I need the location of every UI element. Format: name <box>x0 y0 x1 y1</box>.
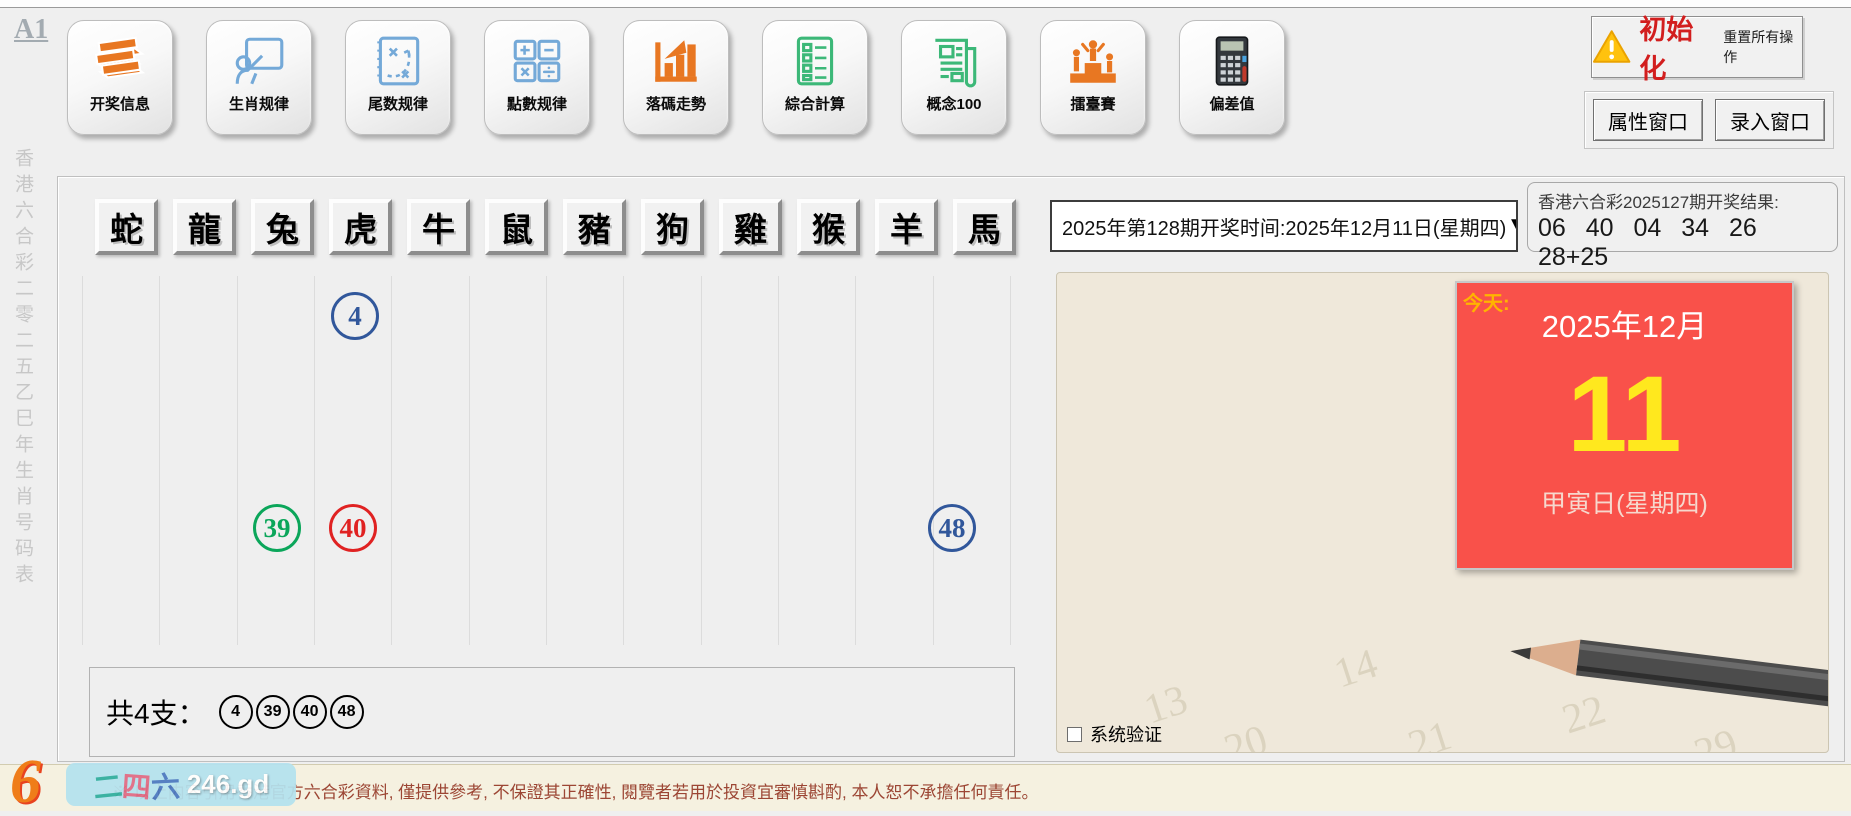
calendar-panel: 13 20 14 21 22 29 今天: 2025年12月 11 甲寅日(星期… <box>1056 272 1829 753</box>
toolbar-button-label: 尾数规律 <box>368 93 428 114</box>
last-result-numbers: 06 40 04 34 26 28+25 <box>1538 214 1827 272</box>
concept-100-button[interactable]: 概念100 <box>901 20 1007 135</box>
chevron-down-icon[interactable]: ▼ <box>1506 212 1518 240</box>
today-calendar-card: 今天: 2025年12月 11 甲寅日(星期四) <box>1455 281 1794 570</box>
zodiac-button-snake[interactable]: 蛇 <box>95 199 158 255</box>
grid-column <box>779 276 856 645</box>
calendar-faint-number: 14 <box>1329 640 1384 699</box>
deviation-value-button[interactable]: 偏差值 <box>1179 20 1285 135</box>
books-icon <box>91 32 149 90</box>
zodiac-button-goat[interactable]: 羊 <box>875 199 938 255</box>
calculator-icon <box>1203 32 1261 90</box>
strategy-icon <box>369 32 427 90</box>
zodiac-button-row: 蛇 龍 兔 虎 牛 鼠 豬 狗 雞 猴 羊 馬 <box>95 199 1016 255</box>
toolbar-button-label: 落碼走勢 <box>646 93 706 114</box>
last-result-title: 香港六合彩2025127期开奖结果: <box>1538 188 1827 213</box>
toolbar-button-label: 概念100 <box>926 93 981 114</box>
summary-number: 39 <box>256 695 290 729</box>
watermark-brand-characters: 二四六 <box>93 764 180 806</box>
today-label: 今天: <box>1463 287 1510 316</box>
zodiac-button-rabbit[interactable]: 兔 <box>251 199 314 255</box>
initialize-subtitle: 重置所有操作 <box>1723 27 1802 67</box>
podium-icon <box>1064 32 1122 90</box>
summary-number: 4 <box>219 695 253 729</box>
grid-column <box>547 276 624 645</box>
toolbar-button-label: 綜合計算 <box>785 93 845 114</box>
entry-window-button[interactable]: 录入窗口 <box>1715 99 1825 141</box>
number-mark-39[interactable]: 39 <box>253 504 301 552</box>
grid-column <box>624 276 701 645</box>
grid-column <box>702 276 779 645</box>
draw-period-dropdown[interactable]: 2025年第128期开奖时间:2025年12月11日(星期四) ▼ <box>1050 200 1518 252</box>
initialize-button[interactable]: 初始化 重置所有操作 <box>1591 16 1803 78</box>
math-grid-icon <box>508 32 566 90</box>
draw-period-value: 2025年第128期开奖时间:2025年12月11日(星期四) <box>1062 212 1506 241</box>
zodiac-button-horse[interactable]: 馬 <box>953 199 1016 255</box>
summary-number: 48 <box>330 695 364 729</box>
grid-column <box>856 276 933 645</box>
zodiac-number-grid: 4 39 40 48 <box>82 276 1011 645</box>
toolbar-button-label: 偏差值 <box>1209 93 1254 114</box>
zodiac-button-rooster[interactable]: 雞 <box>719 199 782 255</box>
watermark-six-logo: 6 <box>10 755 41 811</box>
calendar-faint-number: 20 <box>1219 716 1274 753</box>
comprehensive-calc-button[interactable]: 綜合計算 <box>762 20 868 135</box>
grid-column <box>934 276 1011 645</box>
warning-icon <box>1592 28 1631 66</box>
zodiac-button-dog[interactable]: 狗 <box>641 199 704 255</box>
watermark-domain: 246.gd <box>187 769 269 800</box>
pencil-icon <box>1502 605 1829 741</box>
window-top-edge <box>0 0 1851 8</box>
newspaper-icon <box>925 32 983 90</box>
properties-window-button[interactable]: 属性窗口 <box>1593 99 1703 141</box>
number-mark-40[interactable]: 40 <box>329 504 377 552</box>
calendar-day: 11 <box>1457 360 1792 468</box>
zodiac-button-tiger[interactable]: 虎 <box>329 199 392 255</box>
toolbar-button-label: 擂臺賽 <box>1070 93 1115 114</box>
selection-summary-box: 共4支： 4 39 40 48 <box>89 667 1015 757</box>
presentation-icon <box>230 32 288 90</box>
tail-pattern-button[interactable]: 尾数规律 <box>345 20 451 135</box>
points-pattern-button[interactable]: 點數规律 <box>484 20 590 135</box>
number-trend-button[interactable]: 落碼走勢 <box>623 20 729 135</box>
window-buttons-group: 属性窗口 录入窗口 <box>1584 91 1834 149</box>
system-verify-label: 系统验证 <box>1090 721 1162 747</box>
last-result-panel: 香港六合彩2025127期开奖结果: 06 40 04 34 26 28+25 <box>1527 182 1838 252</box>
zodiac-button-rat[interactable]: 鼠 <box>485 199 548 255</box>
grid-column <box>82 276 160 645</box>
toolbar-button-label: 生肖规律 <box>229 93 289 114</box>
toolbar-button-label: 开奖信息 <box>90 93 150 114</box>
zodiac-button-monkey[interactable]: 猴 <box>797 199 860 255</box>
grid-column <box>470 276 547 645</box>
draw-info-button[interactable]: 开奖信息 <box>67 20 173 135</box>
system-verify-checkbox[interactable]: 系统验证 <box>1067 721 1162 747</box>
zodiac-pattern-button[interactable]: 生肖规律 <box>206 20 312 135</box>
grid-column <box>160 276 237 645</box>
bar-chart-icon <box>647 32 705 90</box>
summary-number: 40 <box>293 695 327 729</box>
vertical-year-caption: 香港六合彩二零二五乙巳年生肖号码表 <box>9 148 36 590</box>
number-mark-4[interactable]: 4 <box>331 292 379 340</box>
toolbar-button-label: 點數规律 <box>507 93 567 114</box>
watermark-brand-box: 二四六 246.gd <box>66 763 296 806</box>
checklist-icon <box>786 32 844 90</box>
cell-reference-label: A1 <box>14 14 48 46</box>
summary-prefix: 共4支： <box>106 692 206 732</box>
number-mark-48[interactable]: 48 <box>928 504 976 552</box>
main-toolbar: 开奖信息 生肖规律 尾数规律 點數规律 <box>67 20 1285 135</box>
zodiac-button-pig[interactable]: 豬 <box>563 199 626 255</box>
arena-contest-button[interactable]: 擂臺賽 <box>1040 20 1146 135</box>
initialize-label: 初始化 <box>1639 8 1715 86</box>
zodiac-button-dragon[interactable]: 龍 <box>173 199 236 255</box>
calendar-faint-number: 21 <box>1403 712 1458 753</box>
checkbox-icon[interactable] <box>1067 727 1082 742</box>
grid-column <box>238 276 315 645</box>
grid-column <box>392 276 469 645</box>
zodiac-button-ox[interactable]: 牛 <box>407 199 470 255</box>
calendar-weekday: 甲寅日(星期四) <box>1457 484 1792 520</box>
